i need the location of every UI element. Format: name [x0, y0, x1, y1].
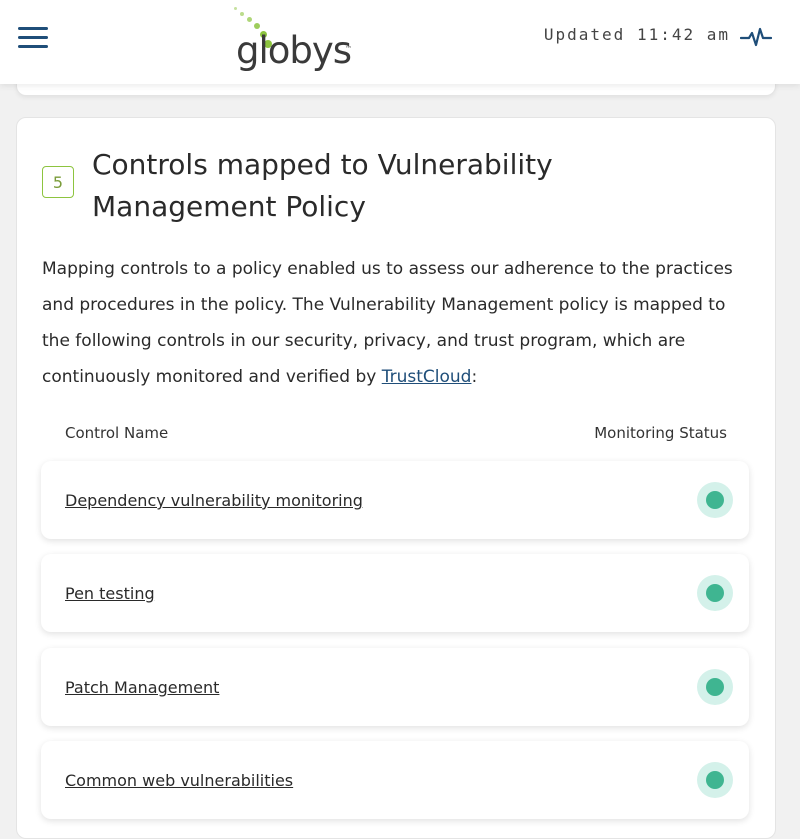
status-indicator-icon	[697, 575, 733, 611]
column-header-control-name: Control Name	[65, 424, 169, 442]
description-suffix: :	[471, 367, 478, 387]
control-row[interactable]: Dependency vulnerability monitoring	[41, 461, 749, 539]
control-link[interactable]: Patch Management	[65, 678, 219, 697]
step-number-badge: 5	[42, 166, 74, 198]
section-description: Mapping controls to a policy enabled us …	[42, 251, 742, 395]
control-row[interactable]: Common web vulnerabilities	[41, 741, 749, 819]
status-indicator-icon	[697, 762, 733, 798]
control-link[interactable]: Dependency vulnerability monitoring	[65, 491, 363, 510]
controls-section-card: 5 Controls mapped to Vulnerability Manag…	[16, 117, 776, 839]
control-row[interactable]: Pen testing	[41, 554, 749, 632]
trademark-symbol: ™	[345, 45, 352, 53]
control-link[interactable]: Common web vulnerabilities	[65, 771, 293, 790]
control-link[interactable]: Pen testing	[65, 584, 155, 603]
globys-logo[interactable]: globys ™	[232, 2, 362, 80]
status-indicator-icon	[697, 669, 733, 705]
activity-pulse-icon	[740, 27, 772, 47]
logo-wordmark: globys	[236, 29, 352, 72]
column-header-monitoring-status: Monitoring Status	[594, 424, 727, 442]
trustcloud-link[interactable]: TrustCloud	[382, 367, 472, 387]
control-row[interactable]: Patch Management	[41, 648, 749, 726]
hamburger-menu-icon[interactable]	[18, 27, 50, 49]
section-title: Controls mapped to Vulnerability Managem…	[92, 148, 553, 223]
status-indicator-icon	[697, 482, 733, 518]
top-header: globys ™ Updated 11:42 am	[0, 0, 800, 84]
last-updated-text: Updated 11:42 am	[543, 25, 730, 44]
